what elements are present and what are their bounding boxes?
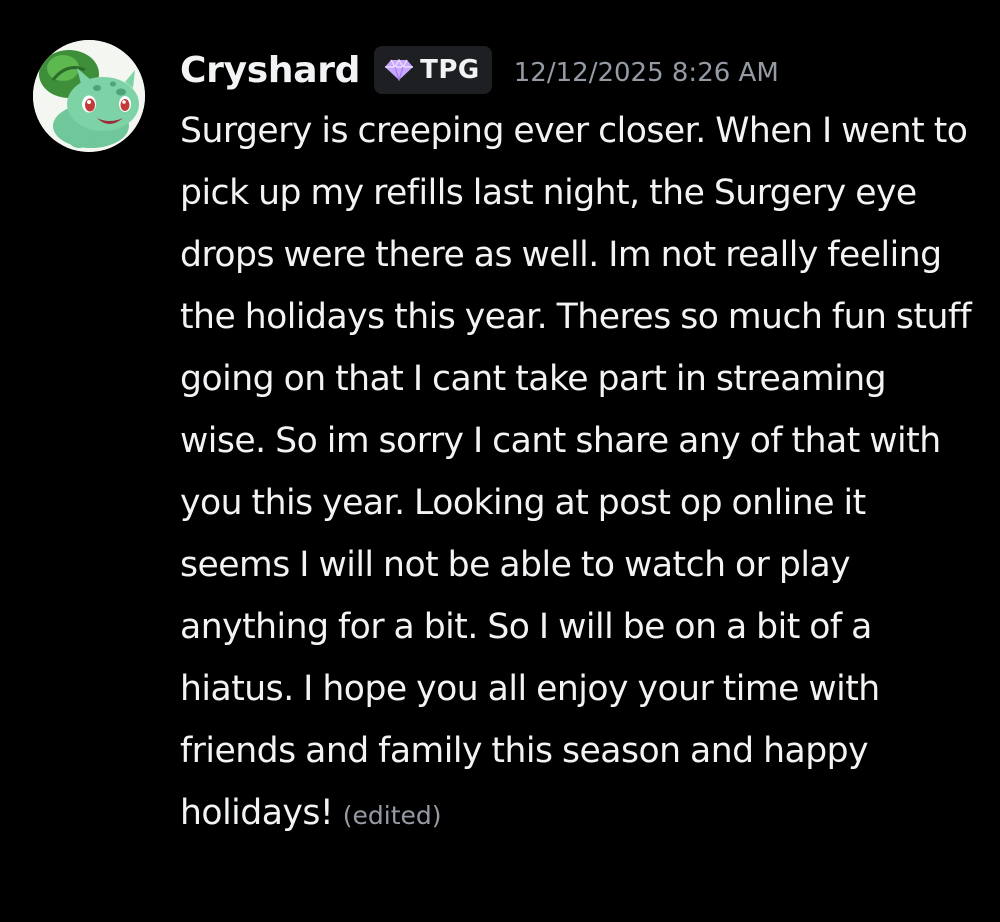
bulbasaur-avatar-icon [33, 40, 145, 152]
message-content: Surgery is creeping ever closer. When I … [180, 100, 980, 847]
message-header: Cryshard TPG 12/12/2025 8:26 AM [180, 44, 779, 96]
purple-gem-icon [385, 59, 414, 81]
server-tag-label: TPG [420, 55, 480, 85]
user-avatar[interactable] [33, 40, 145, 152]
message-text: Surgery is creeping ever closer. When I … [180, 111, 972, 833]
server-tag-badge[interactable]: TPG [374, 46, 492, 94]
edited-indicator[interactable]: (edited) [343, 801, 442, 830]
username[interactable]: Cryshard [180, 50, 360, 91]
chat-message: Cryshard TPG 12/12/2025 8:26 AM Surgery … [0, 0, 1000, 922]
message-timestamp[interactable]: 12/12/2025 8:26 AM [514, 58, 779, 88]
